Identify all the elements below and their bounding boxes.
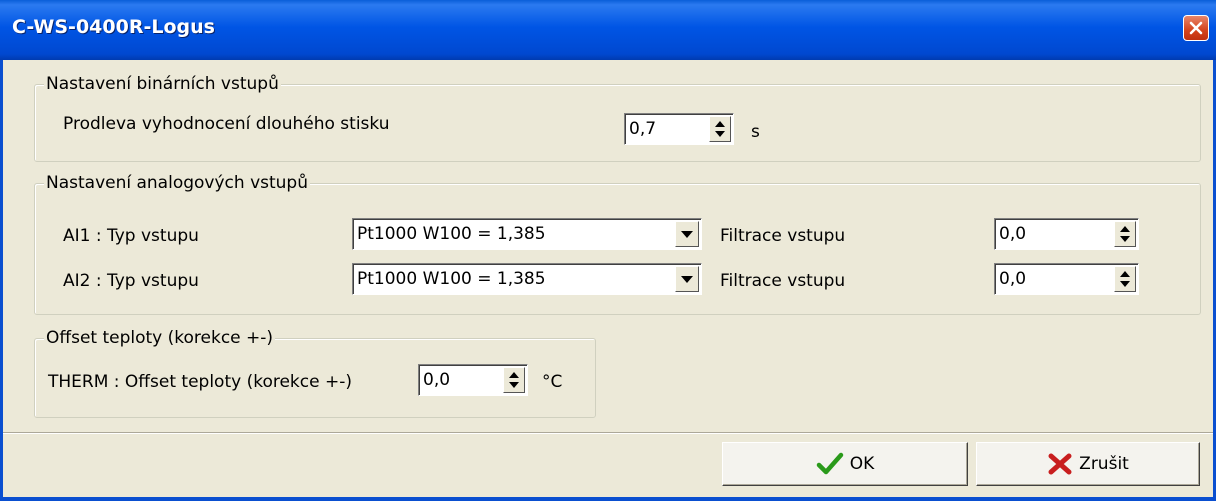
checkmark-icon: [816, 452, 843, 475]
ai2-filter-label: Filtrace vstupu: [720, 271, 846, 291]
chevron-down-icon: [681, 231, 693, 238]
ok-button-label: OK: [849, 454, 875, 474]
offset-legend: Offset teploty (korekce +-): [44, 327, 276, 349]
offset-spin-arrows[interactable]: [503, 367, 525, 393]
offset-unit: °C: [542, 372, 563, 392]
delay-spinner[interactable]: 0,7: [624, 113, 734, 145]
ai1-type-dropdown-button[interactable]: [675, 221, 699, 247]
ai2-type-dropdown-button[interactable]: [675, 266, 699, 292]
chevron-down-icon: [681, 276, 693, 283]
dialog-window: C-WS-0400R-Logus Nastavení binárních vst…: [0, 0, 1216, 501]
cancel-button[interactable]: Zrušit: [976, 442, 1200, 486]
window-title: C-WS-0400R-Logus: [12, 16, 215, 38]
ai1-type-label: AI1 : Typ vstupu: [63, 226, 199, 246]
ai2-type-select[interactable]: Pt1000 W100 = 1,385: [352, 263, 702, 295]
title-bar[interactable]: C-WS-0400R-Logus: [0, 0, 1216, 60]
delay-unit: s: [751, 122, 760, 142]
red-x-icon: [1048, 453, 1072, 475]
ai1-type-select[interactable]: Pt1000 W100 = 1,385: [352, 218, 702, 250]
close-icon: [1189, 21, 1203, 35]
offset-value[interactable]: 0,0: [423, 369, 450, 391]
window-frame-bottom: [0, 497, 1216, 501]
spin-arrows-icon: [1120, 271, 1130, 287]
spin-arrows-icon: [715, 121, 725, 137]
analog-inputs-legend: Nastavení analogových vstupů: [44, 172, 310, 194]
ai2-filter-spinner[interactable]: 0,0: [994, 263, 1139, 295]
window-frame-left: [0, 60, 3, 501]
ai2-type-label: AI2 : Typ vstupu: [63, 271, 199, 291]
delay-value[interactable]: 0,7: [629, 118, 656, 140]
cancel-button-label: Zrušit: [1079, 454, 1129, 474]
binary-inputs-legend: Nastavení binárních vstupů: [44, 73, 281, 95]
ai1-filter-label: Filtrace vstupu: [720, 226, 846, 246]
ok-button[interactable]: OK: [722, 442, 968, 486]
offset-spinner[interactable]: 0,0: [418, 364, 528, 396]
button-separator: [3, 432, 1213, 434]
offset-label: THERM : Offset teploty (korekce +-): [48, 372, 352, 392]
ai1-filter-spin-arrows[interactable]: [1114, 221, 1136, 247]
spin-arrows-icon: [1120, 226, 1130, 242]
delay-spin-arrows[interactable]: [709, 116, 731, 142]
ai1-filter-spinner[interactable]: 0,0: [994, 218, 1139, 250]
spin-arrows-icon: [509, 372, 519, 388]
ai2-type-value: Pt1000 W100 = 1,385: [357, 269, 546, 289]
ai2-filter-spin-arrows[interactable]: [1114, 266, 1136, 292]
ai1-type-value: Pt1000 W100 = 1,385: [357, 224, 546, 244]
ai2-filter-value[interactable]: 0,0: [999, 268, 1026, 290]
delay-label: Prodleva vyhodnocení dlouhého stisku: [63, 114, 390, 134]
close-button[interactable]: [1183, 15, 1209, 41]
ai1-filter-value[interactable]: 0,0: [999, 223, 1026, 245]
